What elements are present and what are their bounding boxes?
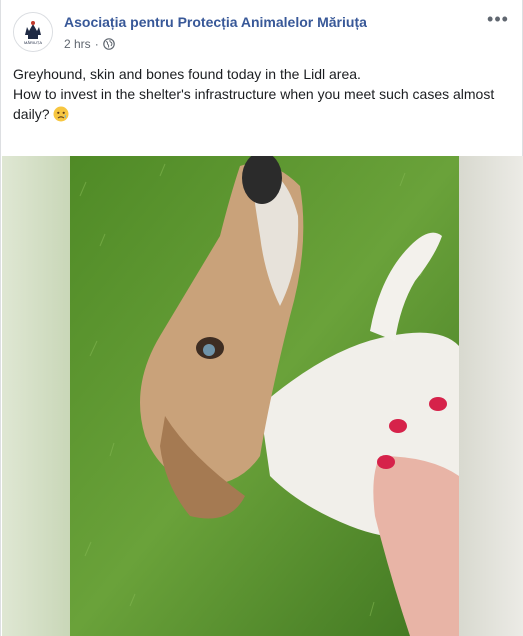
post-text: Greyhound, skin and bones found today in… xyxy=(13,64,508,124)
video-blur-left xyxy=(2,156,70,636)
mariuta-logo: MĂRIUȚA xyxy=(14,13,52,51)
dog-video-frame xyxy=(70,156,459,636)
video-blur-right xyxy=(459,156,523,636)
globe-icon[interactable] xyxy=(102,38,115,50)
post-text-line: How to invest in the shelter's infrastru… xyxy=(13,84,508,124)
post-timestamp[interactable]: 2 hrs xyxy=(64,37,91,51)
more-options-button[interactable]: ••• xyxy=(486,10,510,32)
page-name-link[interactable]: Asociația pentru Protecția Animalelor Mă… xyxy=(64,14,367,30)
post-text-line: Greyhound, skin and bones found today in… xyxy=(13,66,361,82)
sad-face-emoji-icon xyxy=(53,106,69,122)
post-text-line2: How to invest in the shelter's infrastru… xyxy=(13,86,495,122)
post-meta: 2 hrs · xyxy=(64,37,115,51)
logo-text: MĂRIUȚA xyxy=(24,40,42,45)
meta-separator: · xyxy=(94,37,99,51)
page-avatar[interactable]: MĂRIUȚA xyxy=(13,12,53,52)
feed-post: MĂRIUȚA Asociația pentru Protecția Anima… xyxy=(0,0,523,636)
post-header: MĂRIUȚA Asociația pentru Protecția Anima… xyxy=(13,10,510,56)
post-video[interactable] xyxy=(2,156,523,636)
